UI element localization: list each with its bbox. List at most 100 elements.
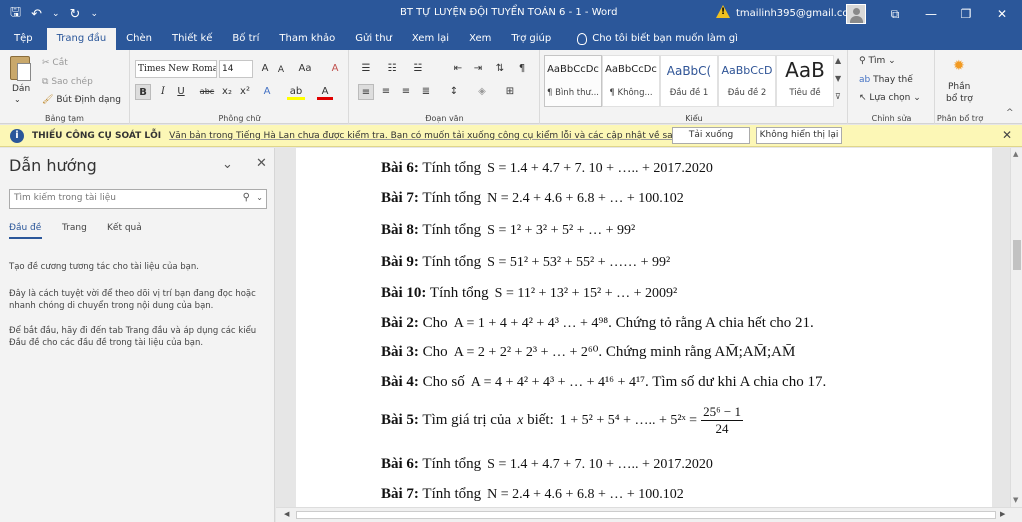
tab-design[interactable]: Thiết kế [162, 28, 222, 50]
close-icon[interactable]: ✕ [256, 156, 267, 171]
format-painter-button[interactable]: 🖌 Bút Định dạng [42, 95, 121, 105]
vertical-scrollbar[interactable]: ▲ ▼ [1010, 148, 1022, 507]
restore-button[interactable]: ❐ [951, 4, 981, 24]
exercise-line[interactable]: Bài 4: Cho số A = 4 + 4² + 4³ + … + 4¹⁶ +… [381, 374, 826, 391]
exercise-line[interactable]: Bài 2: Cho A = 1 + 4 + 4² + 4³ … + 4⁹⁸. C… [381, 315, 814, 332]
decrease-indent-icon[interactable]: ⇤ [450, 61, 466, 77]
grow-font-button[interactable]: A [257, 61, 273, 77]
tab-home[interactable]: Trang đầu [46, 28, 117, 50]
collapse-ribbon-icon[interactable]: ^ [1006, 108, 1014, 118]
infobar-message[interactable]: Văn bản trong Tiếng Hà Lan chưa được kiể… [169, 131, 714, 141]
exercise-line[interactable]: Bài 8: Tính tổng S = 1² + 3² + 5² + … + 9… [381, 222, 635, 239]
undo-icon[interactable]: ↶ [31, 7, 42, 22]
font-color-button[interactable]: A [317, 84, 333, 100]
exercise-line[interactable]: Bài 7: Tính tổng N = 2.4 + 4.6 + 6.8 + … … [381, 486, 684, 503]
italic-button[interactable]: I [155, 84, 171, 100]
minimize-button[interactable]: — [916, 4, 946, 24]
copy-button[interactable]: ⧉ Sao chép [42, 77, 93, 87]
subscript-button[interactable]: x₂ [219, 84, 235, 100]
align-left-icon[interactable]: ≡ [358, 84, 374, 100]
tab-review[interactable]: Xem lại [402, 28, 459, 50]
customize-qat-icon[interactable]: ⌄ [90, 9, 98, 19]
user-email[interactable]: tmailinh395@gmail.com [736, 8, 858, 19]
nav-search-input[interactable]: Tìm kiếm trong tài liệu ⚲ ⌄ [9, 189, 267, 209]
style-heading-1[interactable]: AaBbC( Đầu đề 1 [660, 55, 718, 107]
tab-view[interactable]: Xem [459, 28, 501, 50]
show-marks-icon[interactable]: ¶ [514, 61, 530, 77]
vertical-scroll-thumb[interactable] [1013, 240, 1021, 270]
superscript-button[interactable]: x² [237, 84, 253, 100]
tell-me-box[interactable]: Cho tôi biết bạn muốn làm gì [561, 28, 738, 50]
multilevel-list-icon[interactable]: ☱ [410, 61, 426, 77]
scroll-left-icon[interactable]: ◀ [284, 510, 289, 518]
exercise-line[interactable]: Bài 7: Tính tổng N = 2.4 + 4.6 + 6.8 + … … [381, 190, 684, 207]
bullets-icon[interactable]: ☰ [358, 61, 374, 77]
change-case-button[interactable]: Aa [294, 61, 316, 77]
exercise-line[interactable]: Bài 10: Tính tổng S = 11² + 13² + 15² + …… [381, 285, 677, 302]
exercise-line[interactable]: Bài 6: Tính tổng S = 1.4 + 4.7 + 7. 10 + … [381, 160, 713, 177]
align-center-icon[interactable]: ≡ [378, 84, 394, 100]
shading-icon[interactable]: ◈ [474, 84, 490, 100]
tab-layout[interactable]: Bố trí [222, 28, 269, 50]
nav-tab-results[interactable]: Kết quả [107, 223, 142, 233]
clear-formatting-button[interactable]: A [327, 61, 343, 77]
document-page[interactable]: Bài 6: Tính tổng S = 1.4 + 4.7 + 7. 10 + … [296, 148, 992, 507]
shrink-font-button[interactable]: A [273, 62, 289, 78]
exercise-line[interactable]: Bài 3: Cho A = 2 + 2² + 2³ + … + 2⁶⁰. Chứ… [381, 344, 795, 361]
cut-button[interactable]: ✂ Cắt [42, 58, 68, 68]
exercise-line[interactable]: Bài 9: Tính tổng S = 51² + 53² + 55² + ……… [381, 254, 670, 271]
style-normal[interactable]: AaBbCcDc ¶ Bình thư... [544, 55, 602, 107]
paste-dropdown-icon[interactable]: ⌄ [14, 95, 21, 104]
font-size-box[interactable]: 14 [219, 60, 253, 78]
addin-line1[interactable]: Phần [948, 82, 970, 92]
scroll-down-icon[interactable]: ▼ [1013, 496, 1018, 504]
exercise-line[interactable]: Bài 5: Tìm giá trị của x biết: 1 + 5² + 5⁴… [381, 404, 743, 437]
tab-file[interactable]: Tệp [0, 28, 47, 50]
underline-button[interactable]: U [173, 84, 189, 100]
search-icon[interactable]: ⚲ [243, 192, 250, 203]
styles-scroll-down-icon[interactable]: ▼ [835, 74, 841, 83]
font-name-box[interactable]: Times New Roma [135, 60, 217, 78]
styles-more-icon[interactable]: ⊽ [835, 92, 841, 101]
infobar-close-icon[interactable]: ✕ [1002, 128, 1012, 142]
nav-tab-headings[interactable]: Đầu đề [9, 223, 41, 233]
align-right-icon[interactable]: ≡ [398, 84, 414, 100]
addin-icon[interactable]: ✹ [953, 58, 965, 74]
justify-icon[interactable]: ≣ [418, 84, 434, 100]
exercise-line[interactable]: Bài 6: Tính tổng S = 1.4 + 4.7 + 7. 10 + … [381, 456, 713, 473]
tab-mailings[interactable]: Gửi thư [345, 28, 402, 50]
warning-icon[interactable] [716, 5, 730, 18]
scroll-right-icon[interactable]: ▶ [1000, 510, 1005, 518]
chevron-down-icon[interactable]: ⌄ [222, 157, 233, 172]
numbering-icon[interactable]: ☷ [384, 61, 400, 77]
document-area[interactable]: Bài 6: Tính tổng S = 1.4 + 4.7 + 7. 10 + … [276, 148, 1010, 507]
styles-scroll-up-icon[interactable]: ▲ [835, 56, 841, 65]
highlight-button[interactable]: ab [287, 84, 305, 100]
download-button[interactable]: Tải xuống [672, 127, 750, 144]
select-button[interactable]: ↖ Lựa chọn ⌄ [859, 93, 921, 103]
text-effects-button[interactable]: A [259, 84, 275, 100]
save-icon[interactable]: 🖫 [10, 3, 21, 25]
style-title[interactable]: AaB Tiêu đề [776, 55, 834, 107]
replace-button[interactable]: ab Thay thế [859, 75, 913, 85]
style-no-spacing[interactable]: AaBbCcDc ¶ Không... [602, 55, 660, 107]
sort-icon[interactable]: ⇅ [492, 61, 508, 77]
nav-tab-pages[interactable]: Trang [62, 223, 87, 233]
increase-indent-icon[interactable]: ⇥ [470, 61, 486, 77]
scroll-up-icon[interactable]: ▲ [1013, 150, 1018, 158]
horizontal-scroll-thumb[interactable] [296, 511, 996, 519]
strikethrough-button[interactable]: abc [197, 84, 217, 100]
find-button[interactable]: ⚲ Tìm ⌄ [859, 56, 896, 66]
redo-icon[interactable]: ↻ [70, 7, 81, 22]
search-options-icon[interactable]: ⌄ [256, 193, 263, 202]
tab-insert[interactable]: Chèn [116, 28, 162, 50]
horizontal-scrollbar[interactable]: ◀ ▶ [276, 507, 1022, 522]
avatar[interactable] [846, 4, 866, 24]
borders-icon[interactable]: ⊞ [502, 84, 518, 100]
dont-show-again-button[interactable]: Không hiển thị lại [756, 127, 842, 144]
tab-help[interactable]: Trợ giúp [501, 28, 561, 50]
paste-button[interactable]: Dán [12, 84, 30, 94]
bold-button[interactable]: B [135, 84, 151, 100]
undo-dropdown-icon[interactable]: ⌄ [52, 9, 60, 19]
paste-icon[interactable] [10, 56, 31, 81]
